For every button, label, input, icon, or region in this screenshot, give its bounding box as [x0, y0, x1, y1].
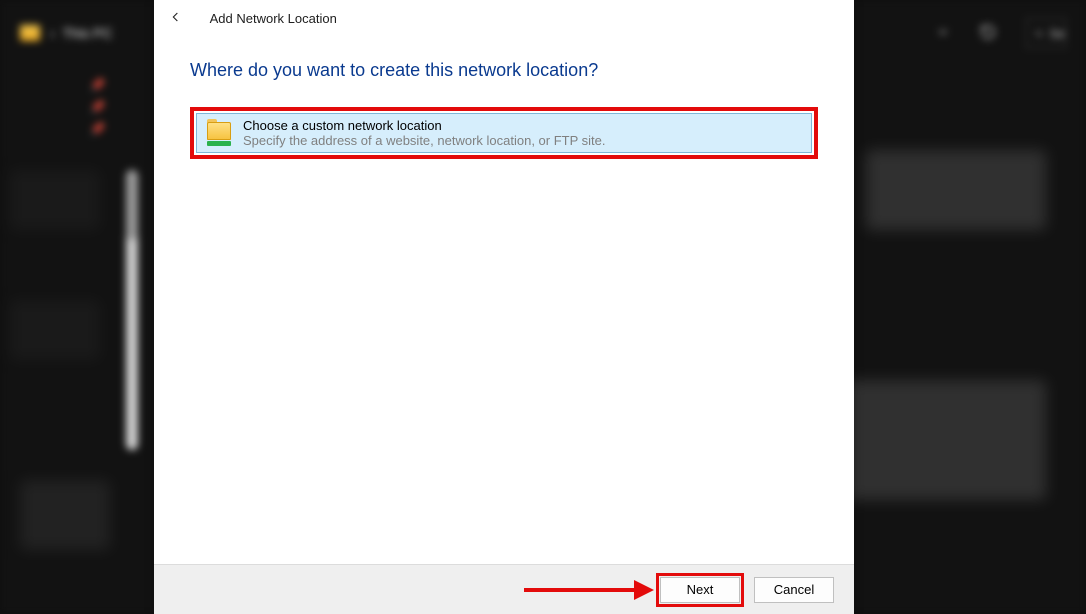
content-tile	[10, 170, 100, 230]
annotation-highlight-option: Choose a custom network location Specify…	[190, 107, 818, 159]
scrollbar-thumb[interactable]	[126, 170, 138, 240]
dialog-body: Where do you want to create this network…	[154, 36, 854, 564]
network-folder-icon	[205, 121, 233, 145]
breadcrumb-separator: ›	[50, 25, 55, 41]
annotation-arrow	[524, 580, 654, 600]
search-icon	[1035, 27, 1043, 40]
content-tile	[20, 480, 110, 550]
chevron-down-icon[interactable]	[936, 25, 950, 42]
dialog-titlebar: Add Network Location	[154, 0, 854, 36]
search-placeholder: Se	[1049, 26, 1065, 41]
search-input[interactable]: Se	[1026, 18, 1066, 48]
annotation-highlight-next: Next	[656, 573, 744, 607]
option-text: Choose a custom network location Specify…	[243, 118, 606, 148]
back-arrow-icon[interactable]	[164, 5, 192, 32]
folder-icon	[20, 25, 40, 41]
breadcrumb[interactable]: › This PC	[50, 25, 112, 41]
content-tile	[866, 150, 1046, 230]
option-subtitle: Specify the address of a website, networ…	[243, 133, 606, 148]
dialog-title: Add Network Location	[210, 11, 337, 26]
cancel-button[interactable]: Cancel	[754, 577, 834, 603]
pin-icon: 📌	[90, 78, 150, 92]
dialog-footer: Next Cancel	[154, 564, 854, 614]
sidebar-scrollbar[interactable]	[126, 170, 138, 450]
content-tile	[10, 300, 100, 360]
content-tile	[846, 380, 1046, 500]
pin-icon: 📌	[90, 122, 150, 136]
add-network-location-dialog: Add Network Location Where do you want t…	[154, 0, 854, 614]
refresh-icon[interactable]	[980, 24, 996, 43]
breadcrumb-location[interactable]: This PC	[63, 25, 113, 41]
page-heading: Where do you want to create this network…	[190, 60, 818, 81]
option-custom-network-location[interactable]: Choose a custom network location Specify…	[196, 113, 812, 153]
toolbar-right: Se	[936, 18, 1066, 48]
pin-icon: 📌	[90, 100, 150, 114]
next-button[interactable]: Next	[660, 577, 740, 603]
option-title: Choose a custom network location	[243, 118, 606, 133]
